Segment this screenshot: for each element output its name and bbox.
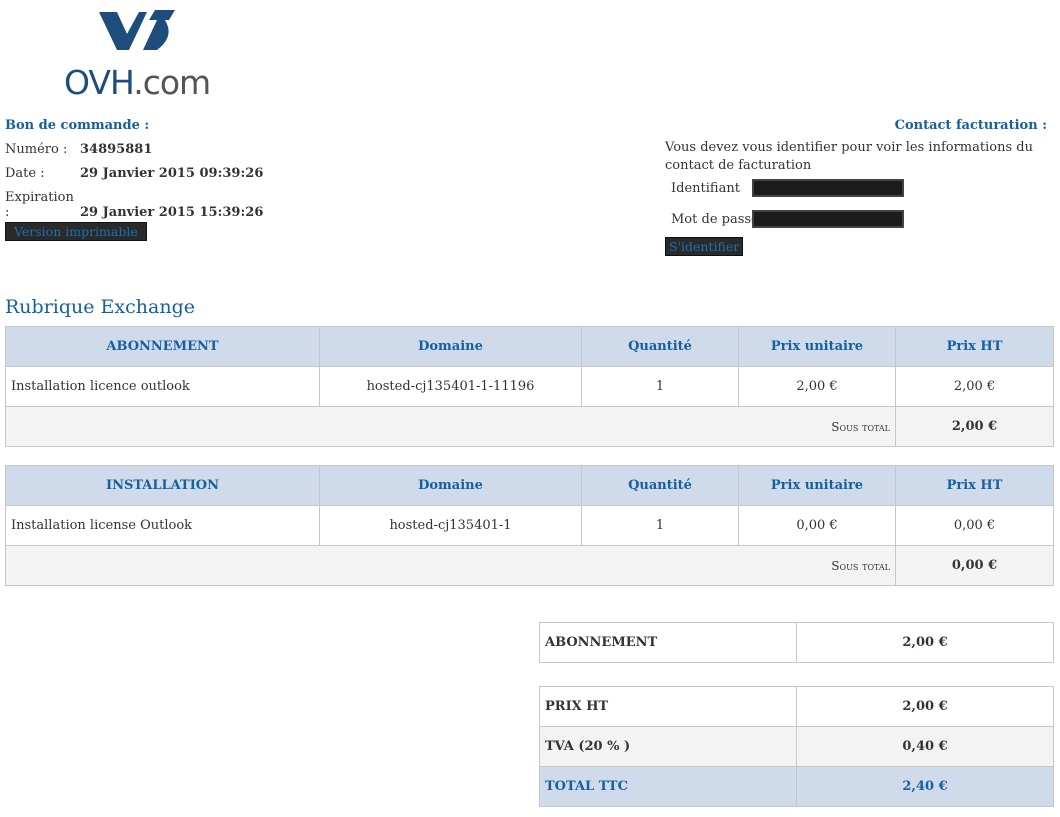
column-header: INSTALLATION	[5, 465, 320, 506]
subtotal-value: 2,00 €	[895, 406, 1054, 447]
order-info: Bon de commande : Numéro : 34895881 Date …	[5, 118, 405, 241]
subtotal-row: Sous total 0,00 €	[5, 545, 1054, 586]
print-version-button[interactable]: Version imprimable	[5, 222, 147, 241]
item-unit-price: 2,00 €	[738, 366, 896, 407]
login-input[interactable]	[752, 179, 904, 197]
subtotal-row: Sous total 2,00 €	[5, 406, 1054, 447]
totals-summary: PRIX HT 2,00 € TVA (20 % ) 0,40 € TOTAL …	[539, 686, 1054, 807]
summary-abonnement-label: ABONNEMENT	[539, 622, 797, 663]
item-label: Installation license Outlook	[5, 505, 320, 546]
item-price-ht: 2,00 €	[895, 366, 1054, 407]
tva-label: TVA (20 % )	[539, 726, 797, 767]
prix-ht-value: 2,00 €	[796, 686, 1054, 727]
order-expiration-label: Expiration :	[5, 190, 74, 220]
installation-table: INSTALLATION Domaine Quantité Prix unita…	[5, 465, 1054, 586]
billing-contact: Contact facturation : Vous devez vous id…	[665, 118, 1047, 256]
item-unit-price: 0,00 €	[738, 505, 896, 546]
item-quantity: 1	[581, 505, 739, 546]
order-number-label: Numéro :	[5, 142, 68, 157]
summary-abonnement-value: 2,00 €	[796, 622, 1054, 663]
password-input[interactable]	[752, 210, 904, 228]
summary-row: TVA (20 % ) 0,40 €	[539, 726, 1054, 767]
column-header: Prix unitaire	[738, 326, 896, 367]
order-expiration-row: Expiration : 29 Janvier 2015 15:39:26	[5, 190, 263, 220]
column-header: Domaine	[319, 465, 582, 506]
item-price-ht: 0,00 €	[895, 505, 1054, 546]
login-message: Vous devez vous identifier pour voir les…	[665, 140, 1033, 173]
password-label: Mot de passe	[671, 212, 759, 227]
table-row: Installation licence outlook hosted-cj13…	[5, 366, 1054, 407]
prix-ht-label: PRIX HT	[539, 686, 797, 727]
subtotal-value: 0,00 €	[895, 545, 1054, 586]
summary-row: ABONNEMENT 2,00 €	[539, 622, 1054, 663]
logo-suffix: .com	[133, 63, 211, 102]
order-date: 29 Janvier 2015 09:39:26	[80, 166, 264, 181]
item-quantity: 1	[581, 366, 739, 407]
order-number-row: Numéro : 34895881	[5, 142, 152, 157]
subtotal-label: Sous total	[5, 406, 896, 447]
column-header: Quantité	[581, 465, 739, 506]
order-title: Bon de commande :	[5, 118, 150, 133]
logo-text: OVH.com	[64, 63, 211, 102]
table-row: Installation license Outlook hosted-cj13…	[5, 505, 1054, 546]
column-header: ABONNEMENT	[5, 326, 320, 367]
total-ttc-label: TOTAL TTC	[539, 766, 797, 807]
item-domain: hosted-cj135401-1	[319, 505, 582, 546]
table-header-row: ABONNEMENT Domaine Quantité Prix unitair…	[5, 326, 1054, 367]
order-date-label: Date :	[5, 166, 45, 181]
ovh-logo: OVH.com	[64, 8, 214, 103]
summary-row: PRIX HT 2,00 €	[539, 686, 1054, 727]
login-button[interactable]: S'identifier	[665, 237, 744, 256]
subtotal-label: Sous total	[5, 545, 896, 586]
column-header: Quantité	[581, 326, 739, 367]
logo-brand: OVH	[64, 63, 134, 102]
column-header: Prix HT	[895, 326, 1054, 367]
tva-value: 0,40 €	[796, 726, 1054, 767]
total-row: TOTAL TTC 2,40 €	[539, 766, 1054, 807]
ovh-logo-icon	[99, 10, 175, 50]
abonnement-table: ABONNEMENT Domaine Quantité Prix unitair…	[5, 326, 1054, 447]
item-domain: hosted-cj135401-1-11196	[319, 366, 582, 407]
item-label: Installation licence outlook	[5, 366, 320, 407]
billing-contact-title: Contact facturation :	[894, 118, 1047, 133]
order-number: 34895881	[80, 142, 153, 157]
order-expiration: 29 Janvier 2015 15:39:26	[80, 205, 264, 220]
table-header-row: INSTALLATION Domaine Quantité Prix unita…	[5, 465, 1054, 506]
column-header: Domaine	[319, 326, 582, 367]
section-title: Rubrique Exchange	[5, 296, 195, 318]
total-ttc-value: 2,40 €	[796, 766, 1054, 807]
login-label: Identifiant	[671, 181, 740, 196]
column-header: Prix unitaire	[738, 465, 896, 506]
abonnement-summary: ABONNEMENT 2,00 €	[539, 622, 1054, 663]
column-header: Prix HT	[895, 465, 1054, 506]
order-date-row: Date : 29 Janvier 2015 09:39:26	[5, 166, 263, 181]
